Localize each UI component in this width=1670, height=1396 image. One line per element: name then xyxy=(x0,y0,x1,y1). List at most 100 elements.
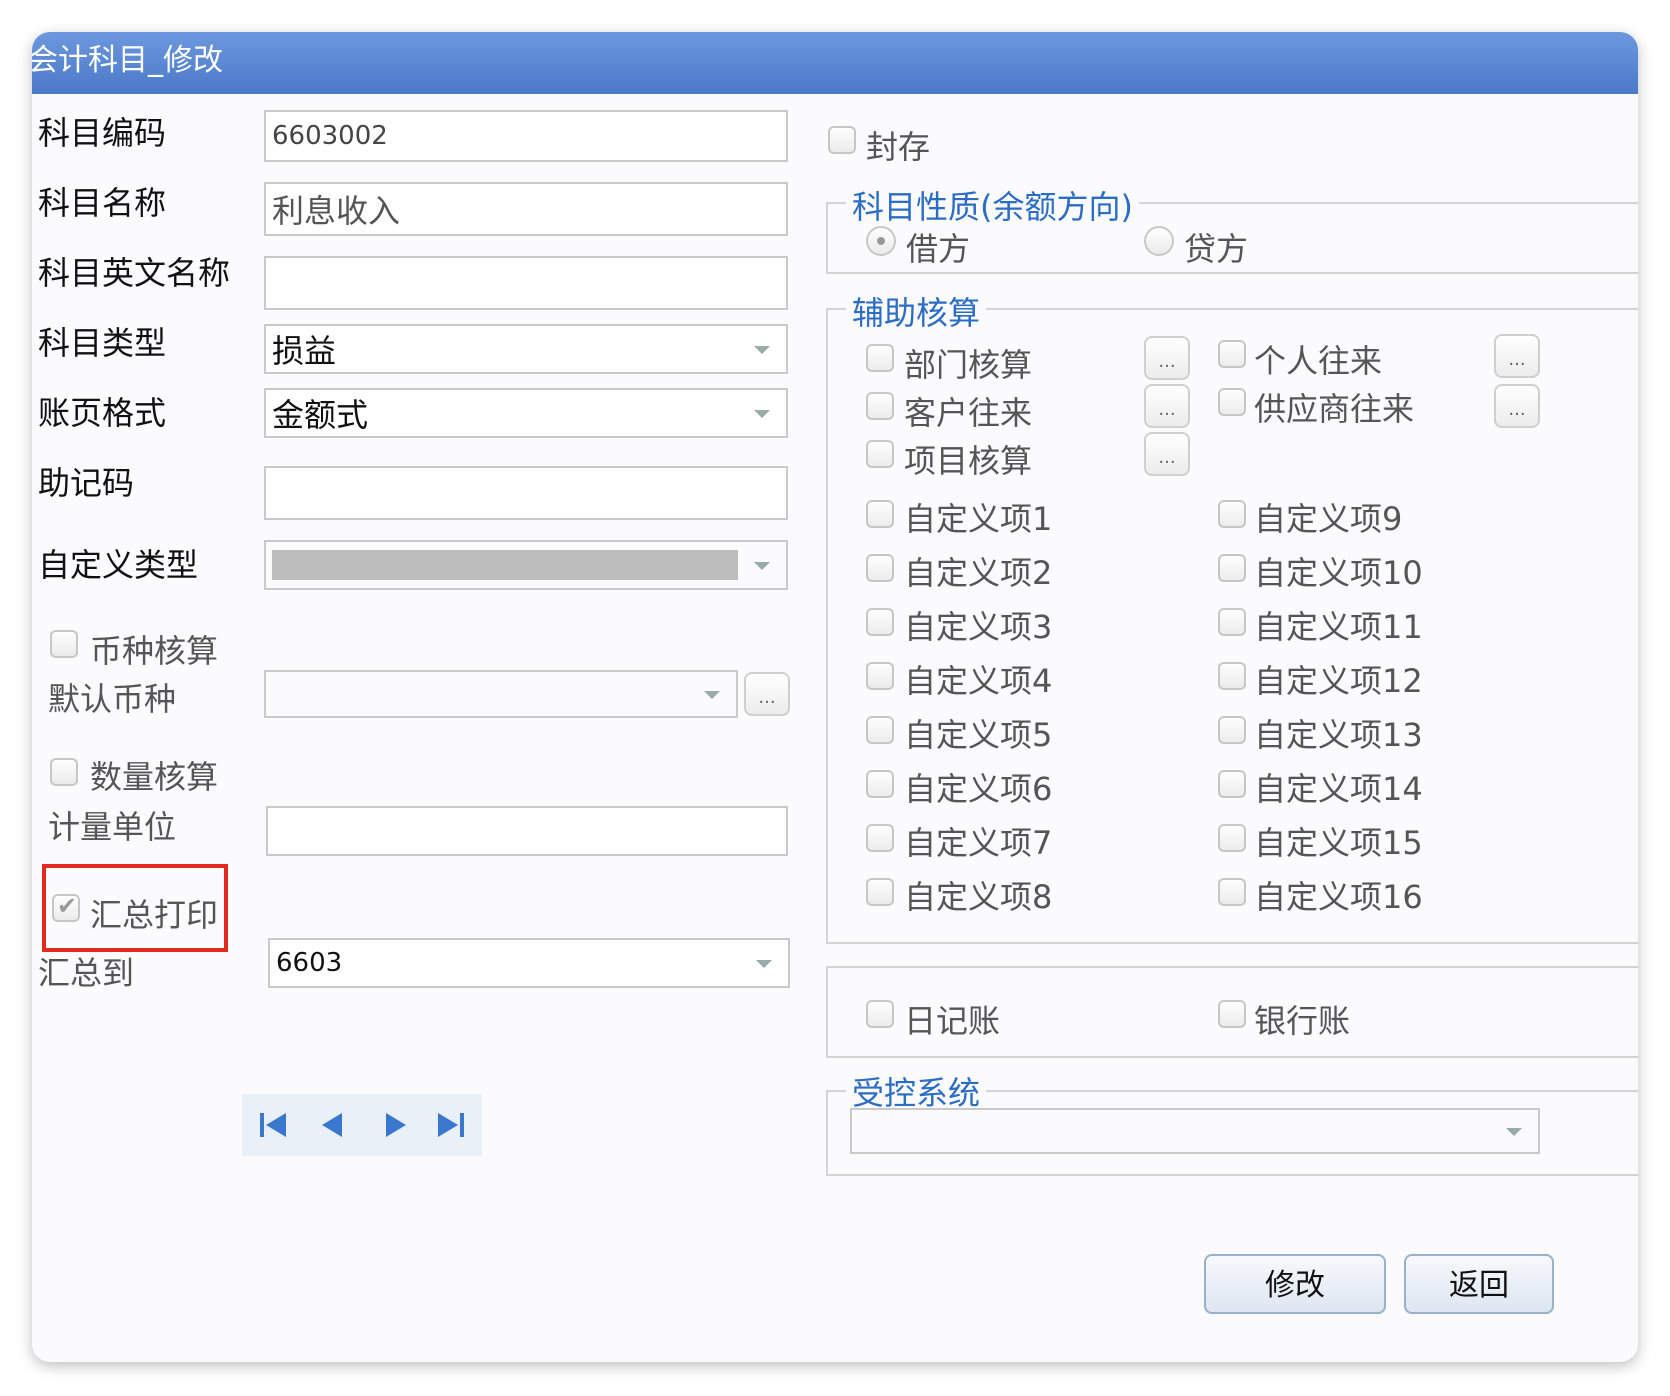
chevron-down-icon xyxy=(1506,1128,1522,1136)
custom-item-12-checkbox[interactable] xyxy=(1218,662,1246,690)
aux-group-title: 辅助核算 xyxy=(846,288,987,334)
custom-item-3-checkbox[interactable] xyxy=(866,608,894,636)
sealed-label: 封存 xyxy=(866,128,931,166)
custom-item-label: 自定义项2 xyxy=(904,554,1053,592)
debit-radio[interactable] xyxy=(866,226,896,256)
default-currency-browse-button[interactable]: ... xyxy=(744,672,790,716)
custom-item-5-checkbox[interactable] xyxy=(866,716,894,744)
custom-item-label: 自定义项8 xyxy=(904,878,1053,916)
nature-group-title: 科目性质(余额方向) xyxy=(846,182,1139,228)
custom-type-label: 自定义类型 xyxy=(38,546,199,584)
chevron-down-icon xyxy=(754,410,770,418)
customer-label: 客户往来 xyxy=(904,394,1033,432)
custom-type-select[interactable] xyxy=(264,540,788,590)
custom-item-4-checkbox[interactable] xyxy=(866,662,894,690)
quantity-check-checkbox[interactable] xyxy=(50,758,78,786)
dept-browse-button[interactable]: ... xyxy=(1144,336,1190,380)
first-record-icon[interactable] xyxy=(256,1108,290,1142)
currency-check-label: 币种核算 xyxy=(90,632,219,670)
personal-browse-button[interactable]: ... xyxy=(1494,334,1540,378)
mnemonic-input[interactable] xyxy=(264,466,788,520)
credit-label: 贷方 xyxy=(1184,230,1249,268)
debit-label: 借方 xyxy=(906,230,971,268)
format-label: 账页格式 xyxy=(38,394,167,432)
back-button[interactable]: 返回 xyxy=(1404,1254,1554,1314)
controlled-system-select[interactable] xyxy=(850,1108,1540,1154)
next-record-icon[interactable] xyxy=(378,1108,412,1142)
chevron-down-icon xyxy=(754,562,770,570)
quantity-check-label: 数量核算 xyxy=(90,758,219,796)
credit-radio[interactable] xyxy=(1144,226,1174,256)
project-browse-button[interactable]: ... xyxy=(1144,432,1190,476)
chevron-down-icon xyxy=(756,960,772,968)
custom-item-label: 自定义项15 xyxy=(1254,824,1423,862)
custom-item-label: 自定义项16 xyxy=(1254,878,1423,916)
custom-item-label: 自定义项13 xyxy=(1254,716,1423,754)
type-select[interactable]: 损益 xyxy=(264,324,788,374)
custom-item-13-checkbox[interactable] xyxy=(1218,716,1246,744)
previous-record-icon[interactable] xyxy=(316,1108,350,1142)
supplier-browse-button[interactable]: ... xyxy=(1494,384,1540,428)
custom-item-label: 自定义项9 xyxy=(1254,500,1403,538)
unit-input[interactable] xyxy=(266,806,788,856)
project-label: 项目核算 xyxy=(904,442,1033,480)
mnemonic-label: 助记码 xyxy=(38,464,135,502)
custom-item-8-checkbox[interactable] xyxy=(866,878,894,906)
type-label: 科目类型 xyxy=(38,324,167,362)
custom-item-6-checkbox[interactable] xyxy=(866,770,894,798)
sealed-checkbox[interactable] xyxy=(828,126,856,154)
account-edit-window: 会计科目_修改 科目编码 6603002 科目名称 利息收入 科目英文名称 科目… xyxy=(32,32,1638,1362)
name-label: 科目名称 xyxy=(38,184,167,222)
personal-checkbox[interactable] xyxy=(1218,340,1246,368)
custom-item-14-checkbox[interactable] xyxy=(1218,770,1246,798)
custom-item-10-checkbox[interactable] xyxy=(1218,554,1246,582)
en-name-label: 科目英文名称 xyxy=(38,254,231,292)
customer-browse-button[interactable]: ... xyxy=(1144,384,1190,428)
code-label: 科目编码 xyxy=(38,114,167,152)
custom-item-1-checkbox[interactable] xyxy=(866,500,894,528)
default-currency-select[interactable] xyxy=(264,670,738,718)
summary-to-label: 汇总到 xyxy=(38,954,135,992)
custom-item-label: 自定义项7 xyxy=(904,824,1053,862)
personal-label: 个人往来 xyxy=(1254,342,1383,380)
custom-item-16-checkbox[interactable] xyxy=(1218,878,1246,906)
bank-label: 银行账 xyxy=(1254,1002,1351,1040)
title-bar: 会计科目_修改 xyxy=(32,32,1638,94)
dept-label: 部门核算 xyxy=(904,346,1033,384)
bank-checkbox[interactable] xyxy=(1218,1000,1246,1028)
custom-item-9-checkbox[interactable] xyxy=(1218,500,1246,528)
highlight-box xyxy=(42,864,228,952)
custom-item-15-checkbox[interactable] xyxy=(1218,824,1246,852)
journal-label: 日记账 xyxy=(904,1002,1001,1040)
chevron-down-icon xyxy=(704,691,720,699)
supplier-label: 供应商往来 xyxy=(1254,390,1415,428)
custom-item-11-checkbox[interactable] xyxy=(1218,608,1246,636)
unit-label: 计量单位 xyxy=(48,808,177,846)
custom-item-2-checkbox[interactable] xyxy=(866,554,894,582)
custom-item-label: 自定义项11 xyxy=(1254,608,1423,646)
custom-item-label: 自定义项10 xyxy=(1254,554,1423,592)
default-currency-label: 默认币种 xyxy=(48,680,177,718)
custom-item-7-checkbox[interactable] xyxy=(866,824,894,852)
en-name-input[interactable] xyxy=(264,256,788,310)
custom-item-label: 自定义项5 xyxy=(904,716,1053,754)
custom-item-label: 自定义项3 xyxy=(904,608,1053,646)
window-title: 会计科目_修改 xyxy=(32,43,223,78)
modify-button[interactable]: 修改 xyxy=(1204,1254,1386,1314)
currency-check-checkbox[interactable] xyxy=(50,630,78,658)
project-checkbox[interactable] xyxy=(866,440,894,468)
customer-checkbox[interactable] xyxy=(866,392,894,420)
custom-item-label: 自定义项1 xyxy=(904,500,1053,538)
format-select[interactable]: 金额式 xyxy=(264,388,788,438)
summary-to-select[interactable]: 6603 xyxy=(268,938,790,988)
supplier-checkbox[interactable] xyxy=(1218,388,1246,416)
code-input[interactable]: 6603002 xyxy=(264,110,788,162)
journal-checkbox[interactable] xyxy=(866,1000,894,1028)
last-record-icon[interactable] xyxy=(434,1108,468,1142)
record-navigation xyxy=(242,1094,482,1156)
dept-checkbox[interactable] xyxy=(866,344,894,372)
custom-item-label: 自定义项4 xyxy=(904,662,1053,700)
custom-item-label: 自定义项6 xyxy=(904,770,1053,808)
custom-item-label: 自定义项12 xyxy=(1254,662,1423,700)
name-input[interactable]: 利息收入 xyxy=(264,182,788,236)
